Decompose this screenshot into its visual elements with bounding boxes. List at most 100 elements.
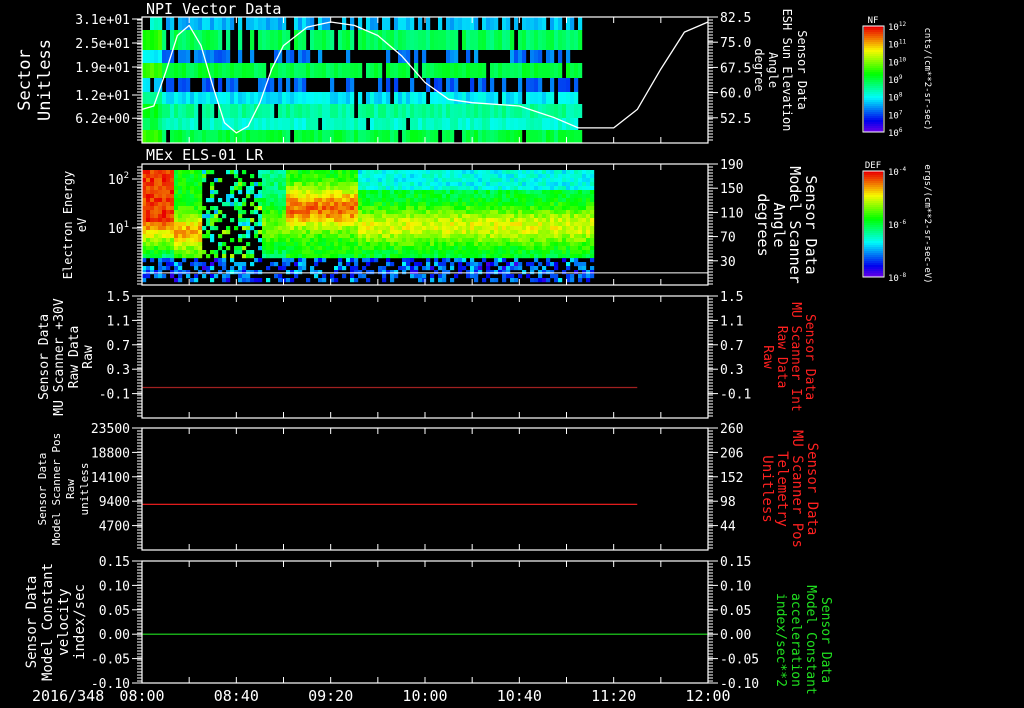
spectrogram-cell (486, 130, 491, 143)
spectrogram-cell (422, 278, 427, 283)
spectrogram-cell (294, 250, 299, 255)
spectrogram-cell (310, 250, 315, 255)
spectrogram-cell (274, 218, 279, 223)
spectrogram-cell (162, 246, 167, 251)
spectrogram-cell (262, 198, 267, 203)
spectrogram-cell (226, 194, 231, 199)
spectrogram-cell (198, 206, 203, 211)
spectrogram-cell (514, 194, 519, 199)
spectrogram-cell (294, 63, 299, 78)
spectrogram-cell (486, 234, 491, 239)
spectrogram-cell (274, 222, 279, 227)
spectrogram-cell (402, 242, 407, 247)
spectrogram-cell (490, 178, 495, 183)
spectrogram-cell (334, 246, 339, 251)
spectrogram-cell (306, 242, 311, 247)
spectrogram-cell (358, 118, 363, 130)
right-axis-label: ESH Sun Elevation (780, 9, 794, 132)
spectrogram-cell (410, 234, 415, 239)
spectrogram-cell (166, 202, 171, 207)
spectrogram-cell (334, 214, 339, 219)
spectrogram-cell (478, 78, 483, 92)
spectrogram-cell (518, 63, 523, 78)
spectrogram-cell (502, 78, 507, 92)
spectrogram-cell (414, 92, 419, 104)
spectrogram-cell (482, 17, 487, 30)
spectrogram-cell (358, 254, 363, 259)
colorbar-swatch (864, 124, 883, 127)
spectrogram-cell (498, 266, 503, 271)
spectrogram-cell (406, 170, 411, 175)
spectrogram-cell (334, 238, 339, 243)
spectrogram-cell (302, 238, 307, 243)
spectrogram-cell (478, 218, 483, 223)
spectrogram-cell (482, 278, 487, 283)
spectrogram-cell (518, 198, 523, 203)
spectrogram-cell (370, 222, 375, 227)
spectrogram-cell (294, 254, 299, 259)
spectrogram-cell (578, 182, 583, 187)
spectrogram-cell (550, 242, 555, 247)
spectrogram-cell (526, 214, 531, 219)
spectrogram-cell (546, 278, 551, 283)
spectrogram-cell (434, 30, 439, 50)
spectrogram-cell (494, 270, 499, 275)
spectrogram-cell (294, 170, 299, 175)
spectrogram-cell (538, 118, 543, 130)
spectrogram-cell (262, 194, 267, 199)
spectrogram-cell (554, 174, 559, 179)
spectrogram-cell (166, 242, 171, 247)
spectrogram-cell (494, 63, 499, 78)
spectrogram-cell (426, 242, 431, 247)
spectrogram-cell (286, 246, 291, 251)
right-axis-label: degree (752, 48, 766, 91)
colorbar-swatch (864, 120, 883, 123)
spectrogram-cell (354, 242, 359, 247)
spectrogram-cell (410, 230, 415, 235)
spectrogram-cell (366, 242, 371, 247)
spectrogram-cell (494, 182, 499, 187)
spectrogram-cell (142, 92, 147, 104)
spectrogram-cell (438, 78, 443, 92)
spectrogram-cell (214, 118, 219, 130)
right-tick-label: 0.00 (720, 628, 751, 643)
spectrogram-cell (234, 170, 239, 175)
spectrogram-cell (582, 202, 587, 207)
spectrogram-cell (478, 230, 483, 235)
spectrogram-cell (202, 266, 207, 271)
spectrogram-cell (314, 118, 319, 130)
spectrogram-cell (282, 118, 287, 130)
spectrogram-cell (206, 234, 211, 239)
spectrogram-cell (150, 206, 155, 211)
spectrogram-cell (146, 226, 151, 231)
spectrogram-cell (342, 246, 347, 251)
spectrogram-cell (302, 198, 307, 203)
spectrogram-cell (402, 198, 407, 203)
spectrogram-cell (474, 182, 479, 187)
spectrogram-cell (246, 92, 251, 104)
spectrogram-cell (582, 234, 587, 239)
spectrogram-cell (186, 230, 191, 235)
spectrogram-cell (574, 238, 579, 243)
spectrogram-cell (410, 238, 415, 243)
spectrogram-cell (406, 104, 411, 118)
spectrogram-cell (450, 178, 455, 183)
spectrogram-cell (478, 174, 483, 179)
spectrogram-cell (582, 182, 587, 187)
spectrogram-cell (454, 50, 459, 63)
spectrogram-cell (286, 104, 291, 118)
spectrogram-cell (354, 194, 359, 199)
spectrogram-cell (198, 186, 203, 191)
tick-exponent: -8 (899, 272, 907, 279)
spectrogram-cell (306, 238, 311, 243)
spectrogram-cell (338, 118, 343, 130)
spectrogram-cell (406, 174, 411, 179)
spectrogram-cell (322, 278, 327, 283)
spectrogram-cell (406, 242, 411, 247)
spectrogram-cell (318, 242, 323, 247)
spectrogram-cell (214, 258, 219, 263)
spectrogram-cell (150, 17, 155, 30)
spectrogram-cell (158, 262, 163, 267)
spectrogram-cell (314, 222, 319, 227)
spectrogram-cell (502, 17, 507, 30)
